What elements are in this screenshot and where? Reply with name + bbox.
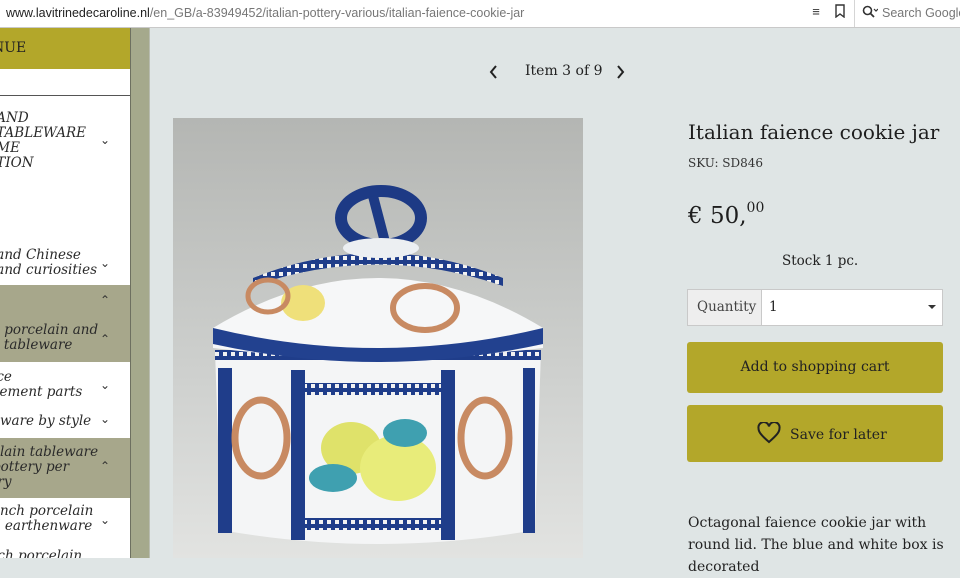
menu-header[interactable]: NUE [0, 28, 130, 69]
menu-item-5[interactable]: eware by style ⌄ [0, 412, 130, 434]
menu-item-label: tch porcelain [0, 548, 83, 559]
product-sku: SKU: SD846 [688, 156, 764, 170]
quantity-value: 1 [769, 299, 778, 315]
browser-search-box[interactable]: Search Google [854, 0, 960, 27]
menu-item-label: elain tableware pottery per try [0, 444, 99, 490]
chevron-up-icon: ⌃ [100, 293, 111, 307]
reader-icon[interactable]: ≡ [808, 4, 824, 20]
chevron-down-icon: ⌄ [100, 133, 111, 147]
url-path: /en_GB/a-83949452/italian-pottery-variou… [149, 6, 525, 20]
menu-item-1[interactable]: and Chinese and curiosities ⌄ [0, 246, 130, 280]
product-title: Italian faience cookie jar [688, 120, 940, 144]
search-icon [862, 5, 879, 22]
chevron-down-icon: ⌄ [100, 378, 111, 392]
chevron-down-icon: ⌄ [100, 256, 111, 270]
save-for-later-label: Save for later [790, 427, 887, 443]
url-text[interactable]: www.lavitrinedecaroline.nl/en_GB/a-83949… [6, 6, 524, 20]
product-price: € 50,00 [688, 200, 765, 229]
item-pager: Item 3 of 9 [484, 62, 634, 84]
chevron-up-icon: ⌃ [100, 332, 111, 346]
price-main: € 50, [688, 203, 747, 229]
product-image[interactable] [173, 118, 583, 558]
quantity-select[interactable]: Quantity 1 [687, 289, 943, 326]
chevron-down-icon: ⌄ [100, 513, 111, 527]
menu-item-label: and Chinese and curiosities [0, 247, 98, 278]
stock-status: Stock 1 pc. [782, 253, 859, 269]
quantity-label: Quantity [697, 299, 757, 315]
menu-item-4[interactable]: ice cement parts ⌄ [0, 368, 130, 402]
chevron-up-icon: ⌃ [100, 459, 111, 473]
menu-item-2[interactable]: e ⌃ [0, 285, 130, 318]
menu-item-label: eware by style [0, 413, 92, 429]
browser-address-bar[interactable]: www.lavitrinedecaroline.nl/en_GB/a-83949… [0, 0, 960, 28]
pager-label: Item 3 of 9 [525, 63, 603, 79]
menu-item-label: AND TABLEWARE ME TION [0, 110, 87, 171]
menu-item-8[interactable]: tch porcelain [0, 548, 130, 559]
save-for-later-button[interactable]: Save for later [687, 405, 943, 462]
menu-item-label: ench porcelain d earthenware [0, 503, 94, 534]
chevron-down-icon: ⌄ [100, 412, 111, 426]
menu-item-label: ice cement parts [0, 369, 83, 400]
bookmark-icon[interactable] [832, 4, 848, 20]
heart-icon [757, 421, 781, 444]
menu-item-6[interactable]: elain tableware pottery per try ⌃ [0, 438, 130, 498]
menu-divider [0, 95, 130, 96]
quantity-label-box: Quantity [688, 290, 762, 325]
menu-item-3[interactable]: e porcelain and y tableware ⌃ [0, 318, 130, 362]
caret-down-icon [928, 305, 936, 309]
url-host: www.lavitrinedecaroline.nl [6, 6, 150, 20]
chevron-right-icon[interactable] [612, 62, 628, 82]
menu-item-7[interactable]: ench porcelain d earthenware ⌄ [0, 504, 130, 538]
price-cents: 00 [746, 200, 765, 216]
menu-item-0[interactable]: AND TABLEWARE ME TION ⌄ [0, 111, 130, 171]
chevron-left-icon[interactable] [486, 62, 502, 82]
category-menu: NUE AND TABLEWARE ME TION ⌄ and Chinese … [0, 28, 130, 558]
menu-item-label: e porcelain and y tableware [3, 322, 99, 353]
add-to-cart-label: Add to shopping cart [740, 359, 890, 375]
add-to-cart-button[interactable]: Add to shopping cart [687, 342, 943, 393]
sidebar-scrollbar[interactable] [130, 28, 150, 558]
product-description: Octagonal faience cookie jar with round … [688, 515, 944, 575]
menu-header-label: NUE [0, 40, 27, 56]
search-placeholder: Search Google [882, 6, 960, 20]
